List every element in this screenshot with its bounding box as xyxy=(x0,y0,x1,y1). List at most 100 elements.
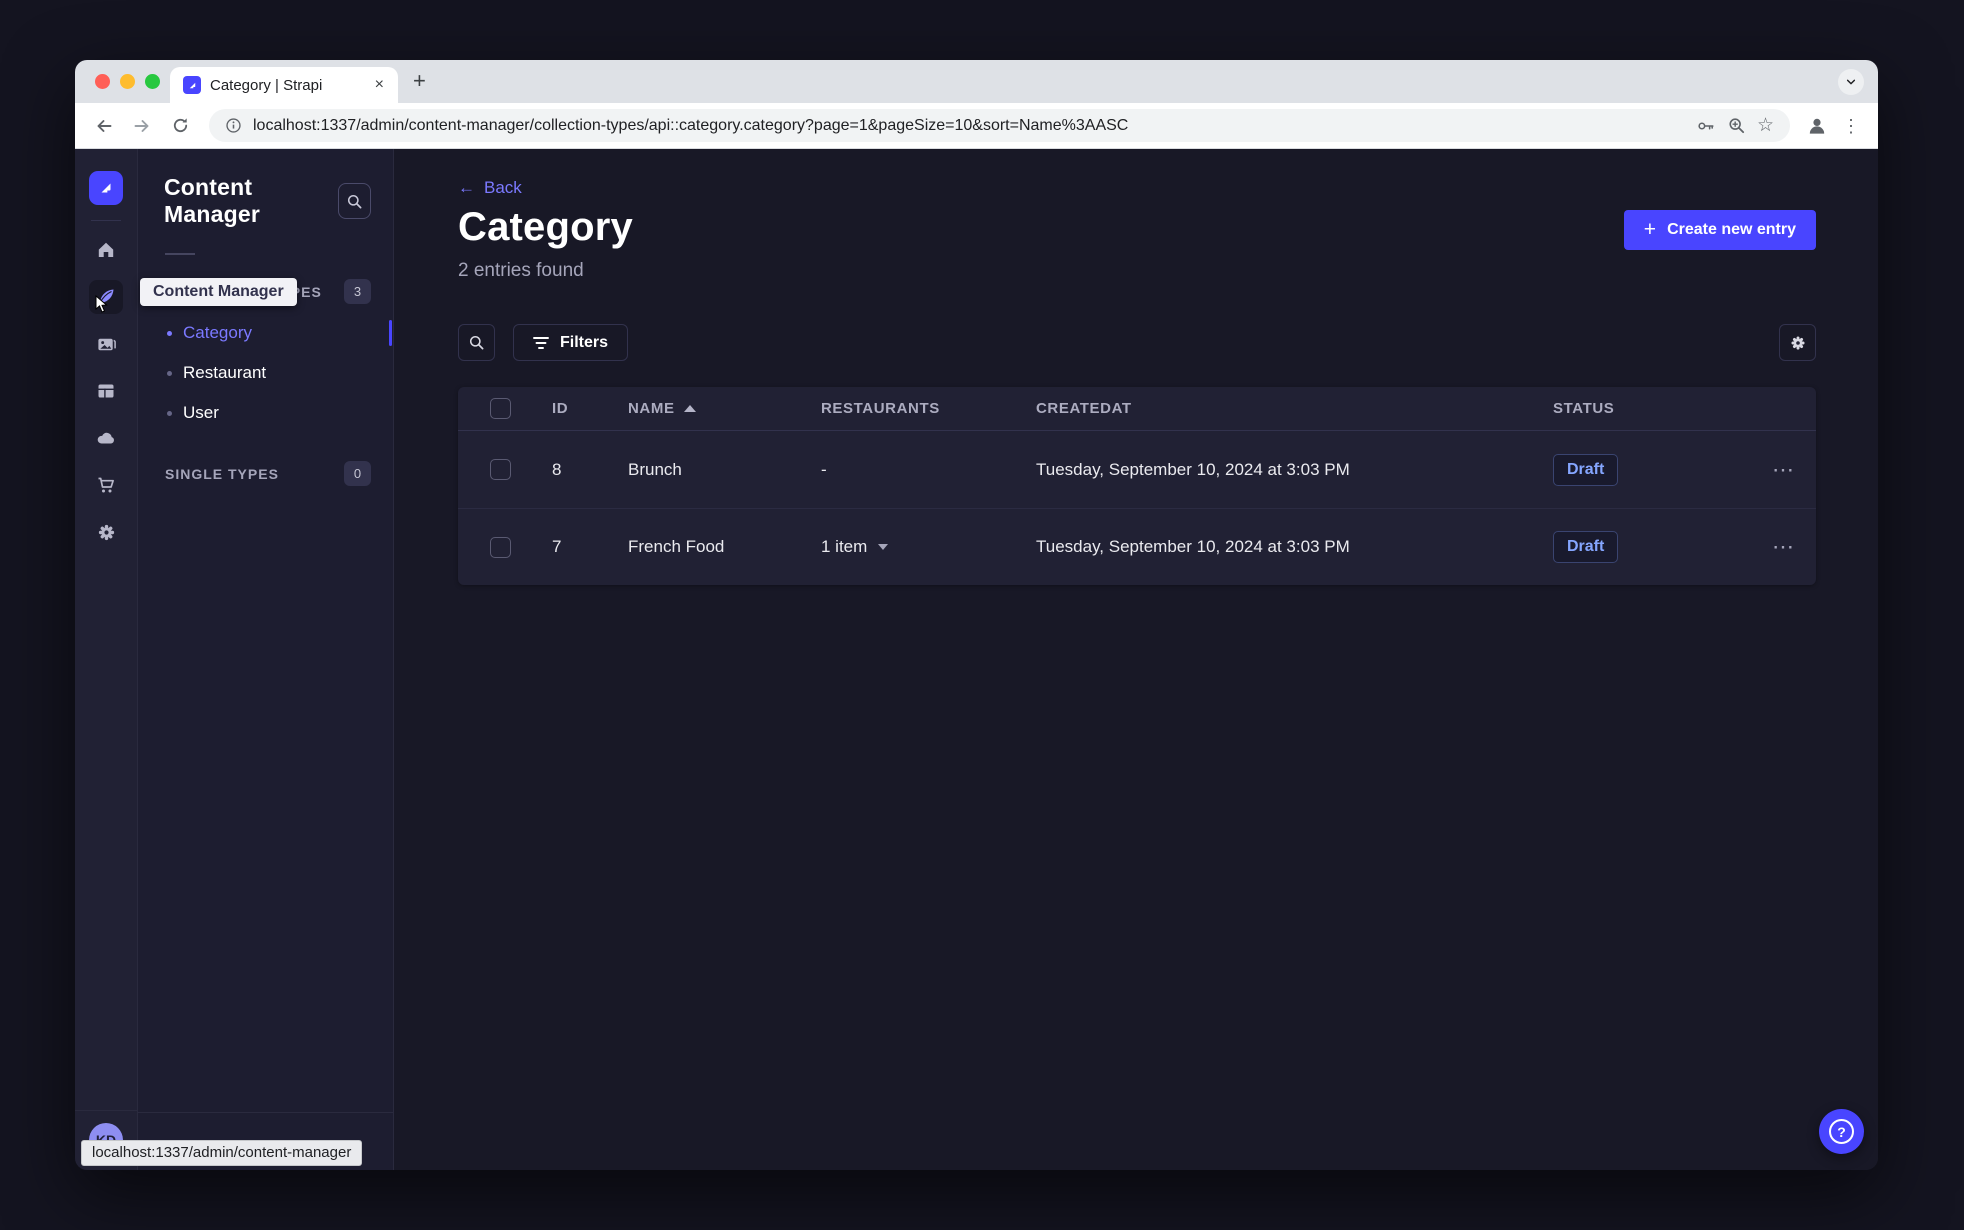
status-badge: Draft xyxy=(1553,453,1619,486)
collection-types-count-badge: 3 xyxy=(344,279,371,304)
sidebar-item-label: Category xyxy=(183,323,252,342)
desktop: Category | Strapi × + localhost:1337/adm… xyxy=(0,0,1964,1230)
info-icon[interactable] xyxy=(225,117,242,134)
cell-id: 8 xyxy=(552,459,562,479)
browser-window: Category | Strapi × + localhost:1337/adm… xyxy=(75,60,1878,1170)
table-row[interactable]: 8 Brunch - Tuesday, September 10, 2024 a… xyxy=(458,431,1816,508)
content-type-builder-icon[interactable] xyxy=(89,374,123,408)
col-header-name-label: NAME xyxy=(628,400,675,417)
back-link[interactable]: ← Back xyxy=(458,178,522,198)
back-nav-icon[interactable] xyxy=(89,111,119,141)
single-types-label: SINGLE TYPES xyxy=(165,465,279,482)
sidebar-item-category[interactable]: Category xyxy=(138,313,393,353)
close-window-button[interactable] xyxy=(95,74,110,89)
page-title: Category xyxy=(458,205,633,249)
single-types-count-badge: 0 xyxy=(344,461,371,486)
filters-button[interactable]: Filters xyxy=(513,324,629,361)
maximize-window-button[interactable] xyxy=(145,74,160,89)
col-header-name[interactable]: NAME xyxy=(628,400,821,417)
search-icon xyxy=(469,335,484,350)
chevron-down-icon xyxy=(1846,79,1856,85)
tab-strip: Category | Strapi × + xyxy=(75,60,1878,103)
main-content: ← Back Category + Create new entry 2 ent… xyxy=(394,149,1878,1170)
strapi-logo[interactable] xyxy=(89,171,123,205)
content-manager-tooltip: Content Manager xyxy=(140,278,297,306)
traffic-lights xyxy=(95,74,160,89)
tab-close-icon[interactable]: × xyxy=(371,75,388,95)
table-row[interactable]: 7 French Food 1 item Tuesday, September … xyxy=(458,508,1816,585)
browser-tab[interactable]: Category | Strapi × xyxy=(170,67,398,103)
bullet-icon xyxy=(167,410,172,416)
rail-divider xyxy=(91,220,121,221)
sidebar-item-label: Restaurant xyxy=(183,363,267,382)
tab-search-button[interactable] xyxy=(1838,69,1864,95)
cloud-icon[interactable] xyxy=(89,421,123,455)
zoom-icon[interactable] xyxy=(1727,116,1746,135)
status-bar-link-preview: localhost:1337/admin/content-manager xyxy=(81,1140,363,1166)
minimize-window-button[interactable] xyxy=(120,74,135,89)
bullet-icon xyxy=(167,370,172,376)
strapi-favicon-icon xyxy=(183,76,201,94)
url-text[interactable]: localhost:1337/admin/content-manager/col… xyxy=(253,117,1685,135)
bullet-icon xyxy=(167,330,172,336)
row-checkbox[interactable] xyxy=(490,459,511,480)
select-all-checkbox[interactable] xyxy=(490,398,511,419)
sidebar-item-label: User xyxy=(183,403,219,422)
status-badge: Draft xyxy=(1553,531,1619,563)
cell-id: 7 xyxy=(552,537,562,556)
row-actions-menu-icon[interactable]: ⋯ xyxy=(1772,458,1794,481)
row-checkbox[interactable] xyxy=(490,536,511,558)
plus-icon: + xyxy=(1643,217,1657,241)
single-types-section: SINGLE TYPES 0 xyxy=(138,461,393,486)
view-settings-button[interactable] xyxy=(1779,324,1816,361)
subnav-divider xyxy=(165,253,195,255)
filters-label: Filters xyxy=(560,333,609,351)
row-actions-menu-icon[interactable]: ⋯ xyxy=(1772,536,1794,558)
browser-profile-icon[interactable] xyxy=(1804,113,1830,139)
subnav-search-button[interactable] xyxy=(338,183,371,219)
cell-restaurants[interactable]: 1 item xyxy=(821,537,1036,557)
sidebar-item-restaurant[interactable]: Restaurant xyxy=(138,353,393,393)
password-key-icon[interactable] xyxy=(1696,116,1716,136)
entries-count-text: 2 entries found xyxy=(458,260,584,281)
media-library-icon[interactable] xyxy=(89,327,123,361)
create-button-label: Create new entry xyxy=(1667,221,1796,238)
sidebar-item-user[interactable]: User xyxy=(138,393,393,433)
new-tab-button[interactable]: + xyxy=(413,70,426,92)
sort-asc-icon xyxy=(683,405,696,412)
col-header-id[interactable]: ID xyxy=(552,400,628,417)
search-entries-button[interactable] xyxy=(458,324,495,361)
tab-title: Category | Strapi xyxy=(210,76,323,94)
cell-name: Brunch xyxy=(628,459,682,479)
reload-icon[interactable] xyxy=(165,111,195,141)
browser-menu-icon[interactable]: ⋮ xyxy=(1838,117,1864,135)
settings-gear-icon[interactable] xyxy=(89,515,123,549)
search-icon xyxy=(347,194,362,208)
strapi-admin-page: KD Content Manager COLLECTION TYPES 3 xyxy=(75,149,1878,1170)
url-bar[interactable]: localhost:1337/admin/content-manager/col… xyxy=(209,109,1790,142)
cell-restaurants: - xyxy=(821,459,827,479)
forward-nav-icon[interactable] xyxy=(127,111,157,141)
gear-icon xyxy=(1790,335,1805,350)
create-new-entry-button[interactable]: + Create new entry xyxy=(1623,210,1816,250)
back-arrow-icon: ← xyxy=(458,178,475,197)
col-header-createdat[interactable]: CREATEDAT xyxy=(1036,400,1553,417)
restaurants-count-label: 1 item xyxy=(821,537,868,556)
col-header-status[interactable]: STATUS xyxy=(1553,400,1750,417)
bookmark-star-icon[interactable]: ☆ xyxy=(1757,116,1774,135)
cell-createdat: Tuesday, September 10, 2024 at 3:03 PM xyxy=(1036,537,1350,556)
table-header-row: ID NAME RESTAURANTS CREATEDAT STATUS xyxy=(458,387,1816,431)
question-mark-icon: ? xyxy=(1829,1119,1854,1144)
marketplace-cart-icon[interactable] xyxy=(89,468,123,502)
home-icon[interactable] xyxy=(89,233,123,267)
help-button[interactable]: ? xyxy=(1819,1109,1864,1154)
chevron-down-icon xyxy=(878,544,889,550)
entries-table: ID NAME RESTAURANTS CREATEDAT STATUS 8 B… xyxy=(458,387,1816,585)
rail-nav xyxy=(89,233,123,549)
col-header-restaurants[interactable]: RESTAURANTS xyxy=(821,400,1036,417)
browser-toolbar: localhost:1337/admin/content-manager/col… xyxy=(75,103,1878,149)
filter-icon xyxy=(533,336,549,349)
cell-name: French Food xyxy=(628,537,725,556)
cursor-pointer xyxy=(93,294,110,320)
subnav-title: Content Manager xyxy=(164,174,260,227)
